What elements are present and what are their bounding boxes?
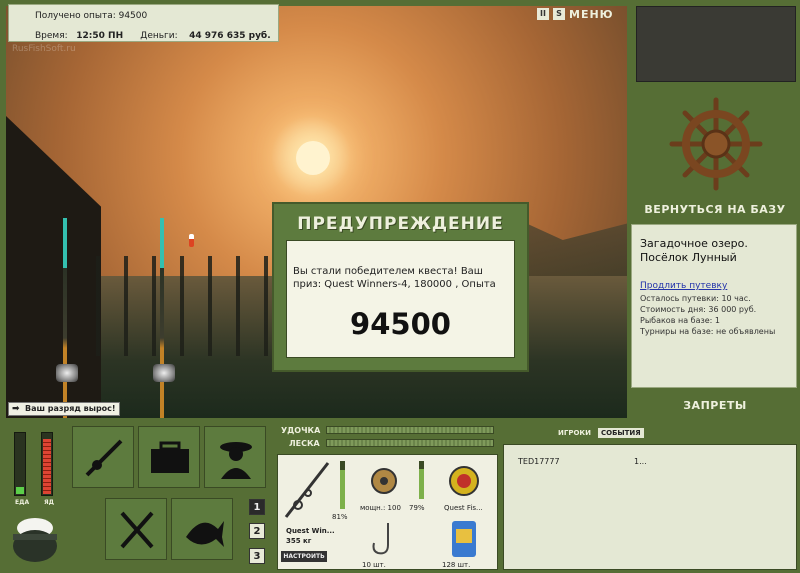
list-item[interactable]: TED17777 1... <box>518 457 788 466</box>
rod-durability-bar <box>326 426 494 434</box>
time-label: Время: <box>35 31 68 41</box>
reel-power: мощн.: 100 <box>360 504 401 512</box>
poison-label: ЯД <box>44 499 54 506</box>
watermark: RusFishSoft.ru <box>12 44 76 54</box>
location-info: Осталось путевки: 10 час. Стоимость дня:… <box>640 293 775 337</box>
rank-notice-text: Ваш разряд вырос! <box>25 404 116 413</box>
hook-icon[interactable] <box>366 519 402 559</box>
rod-image-icon[interactable] <box>284 461 330 519</box>
rod-label: УДОЧКА <box>281 426 321 435</box>
poison-meter <box>41 432 53 496</box>
time-money-line: Время: 12:50 ПН Деньги: 44 976 635 руб. <box>35 31 271 41</box>
return-to-base-button[interactable]: ВЕРНУТЬСЯ НА БАЗУ <box>630 203 800 216</box>
warning-dialog: ПРЕДУПРЕЖДЕНИЕ Вы стали победителем квес… <box>272 202 529 372</box>
reel-level-bar <box>419 461 424 499</box>
xp-text: Получено опыта: 94500 <box>35 11 148 21</box>
ship-wheel-icon[interactable] <box>668 96 764 192</box>
tab-events[interactable]: СОБЫТИЯ <box>597 428 644 438</box>
line-durability-bar <box>326 439 494 447</box>
player-name: TED17777 <box>518 457 560 466</box>
menu-button[interactable]: МЕНЮ <box>569 8 614 21</box>
slot-fish[interactable] <box>171 498 233 560</box>
rank-notice[interactable]: ➡ Ваш разряд вырос! <box>8 402 120 416</box>
sound-button[interactable]: S <box>553 8 565 20</box>
rod-level-bar <box>340 461 345 509</box>
dialog-title: ПРЕДУПРЕЖДЕНИЕ <box>297 214 504 234</box>
setup-button[interactable]: НАСТРОИТЬ <box>281 551 327 562</box>
extend-permit-link[interactable]: Продлить путевку <box>640 281 727 291</box>
rod-percent: 81% <box>332 513 348 521</box>
knife-fork-icon <box>120 511 154 549</box>
permit-remaining: Осталось путевки: 10 час. <box>640 294 751 303</box>
fence <box>96 256 276 356</box>
money-value: 44 976 635 руб. <box>189 31 271 41</box>
bans-button[interactable]: ЗАПРЕТЫ <box>630 399 800 412</box>
time-value: 12:50 ПН <box>76 31 124 41</box>
bait-icon[interactable] <box>448 519 480 559</box>
pot-icon[interactable] <box>10 512 60 564</box>
top-controls: II S МЕНЮ <box>537 8 614 22</box>
tackle-box-icon <box>151 441 189 473</box>
reel-percent: 79% <box>409 504 425 512</box>
fishing-line-icon[interactable] <box>446 463 482 499</box>
hooks-count: 10 шт. <box>362 561 386 569</box>
bait-count: 128 шт. <box>442 561 471 569</box>
location-name: Загадочное озеро. Посёлок Лунный <box>640 237 748 264</box>
location-panel: Загадочное озеро. Посёлок Лунный Продлит… <box>631 224 797 388</box>
food-label: ЕДА <box>15 499 30 506</box>
fishers-count: Рыбаков на базе: 1 <box>640 316 720 325</box>
arrow-right-icon: ➡ <box>12 404 20 414</box>
hud-info-box: Получено опыта: 94500 Время: 12:50 ПН Де… <box>8 4 279 42</box>
tab-players[interactable]: ИГРОКИ <box>555 428 594 438</box>
line-name: Quest Fis... <box>444 504 483 512</box>
reel-1 <box>56 364 78 382</box>
money-label: Деньги: <box>140 31 178 41</box>
players-tabs: ИГРОКИ СОБЫТИЯ <box>555 427 648 438</box>
player-value: 1... <box>634 457 647 466</box>
page-button-1[interactable]: 1 <box>249 499 265 515</box>
dialog-body[interactable]: Вы стали победителем квеста! Ваш приз: Q… <box>286 240 515 358</box>
page-button-3[interactable]: 3 <box>249 548 265 564</box>
dialog-message: Вы стали победителем квеста! Ваш приз: Q… <box>293 266 496 290</box>
rod-weight: 355 кг <box>286 537 312 545</box>
rod-name: Quest Win... <box>286 527 335 535</box>
float-bobber <box>189 234 194 247</box>
reel-icon[interactable] <box>366 463 402 499</box>
players-list: TED17777 1... <box>503 444 797 570</box>
slot-character[interactable] <box>204 426 266 488</box>
food-meter <box>14 432 26 496</box>
minimap-panel <box>636 6 796 82</box>
fisherman-icon <box>220 442 252 479</box>
shed <box>6 116 101 418</box>
reel-2 <box>153 364 175 382</box>
slot-tackle-box[interactable] <box>138 426 200 488</box>
fish-icon <box>186 521 224 547</box>
tournaments-info: Турниры на базе: не объявлены <box>640 327 776 336</box>
sun <box>296 141 330 175</box>
rod-1[interactable] <box>63 218 67 418</box>
day-cost: Стоимость дня: 36 000 руб. <box>640 305 757 314</box>
pause-button[interactable]: II <box>537 8 549 20</box>
slot-rods[interactable] <box>72 426 134 488</box>
fishing-rod-icon <box>85 439 123 477</box>
page-button-2[interactable]: 2 <box>249 523 265 539</box>
slot-food[interactable] <box>105 498 167 560</box>
rod-2[interactable] <box>160 218 164 418</box>
line-label: ЛЕСКА <box>289 439 320 448</box>
dialog-amount: 94500 <box>350 307 451 341</box>
